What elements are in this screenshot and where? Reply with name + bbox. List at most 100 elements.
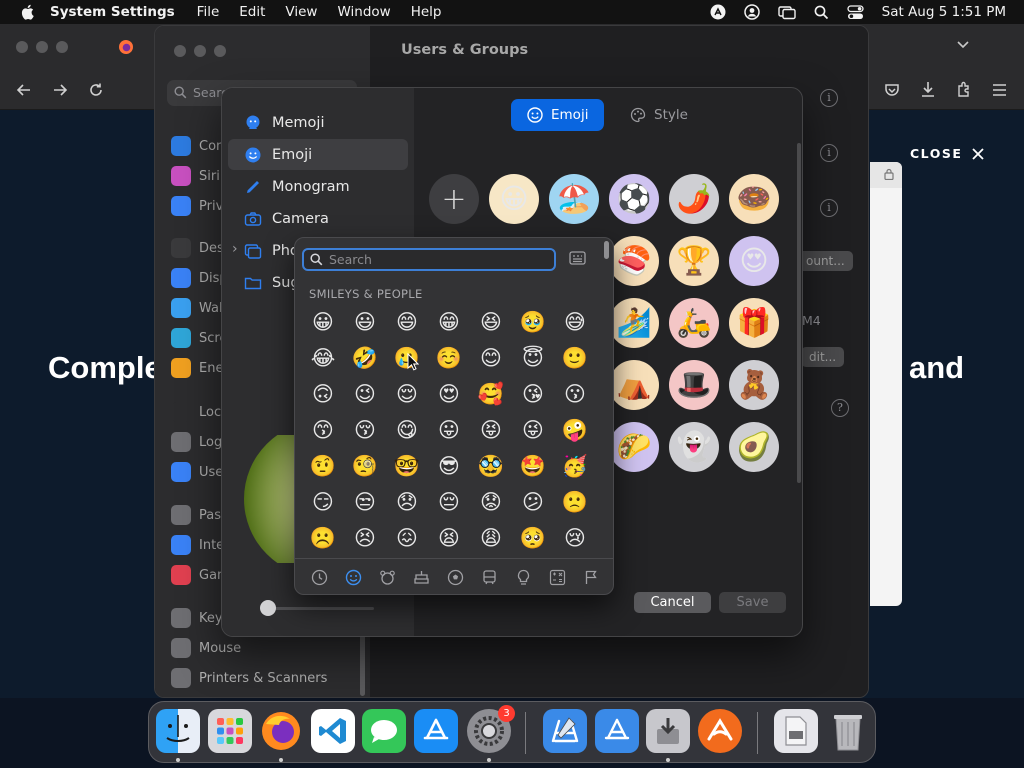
emoji-cell[interactable]: 😗	[554, 376, 596, 412]
launchpad-icon[interactable]	[208, 709, 252, 753]
emoji-search-field[interactable]	[302, 248, 556, 271]
emoji-cell[interactable]: 😀	[302, 304, 344, 340]
emoji-cell[interactable]: 🥸	[470, 448, 512, 484]
menu-app-name[interactable]: System Settings	[50, 4, 175, 20]
emoji-cell[interactable]: 😎	[428, 448, 470, 484]
menubar-clock[interactable]: Sat Aug 5 1:51 PM	[882, 4, 1006, 20]
downloads-stack-icon[interactable]	[774, 709, 818, 753]
close-window-icon[interactable]	[174, 45, 186, 57]
emoji-cell[interactable]: ☺️	[428, 340, 470, 376]
tab-style[interactable]: Style	[626, 99, 706, 131]
emoji-cell[interactable]: 😟	[470, 484, 512, 520]
spotlight-search-icon[interactable]	[814, 5, 829, 20]
forward-arrow-icon[interactable]	[52, 82, 68, 98]
picture-source-emoji[interactable]: Emoji	[228, 139, 408, 170]
emoji-cell[interactable]: 🤪	[554, 412, 596, 448]
emoji-cell[interactable]: 😆	[470, 304, 512, 340]
disclosure-chevron-icon[interactable]: ›	[232, 241, 238, 257]
emoji-cell[interactable]: 🙂	[554, 340, 596, 376]
stepper-value[interactable]: M4	[802, 313, 821, 328]
apple-icon[interactable]	[18, 4, 36, 20]
chevron-down-icon[interactable]	[956, 40, 970, 50]
emoji-avatar-option[interactable]: ⛺	[609, 360, 659, 410]
emoji-cell[interactable]: 😊	[470, 340, 512, 376]
reload-icon[interactable]	[88, 82, 104, 98]
emoji-cell[interactable]: 😢	[554, 520, 596, 556]
emoji-cell[interactable]: 😕	[512, 484, 554, 520]
character-viewer-icon[interactable]	[569, 251, 586, 265]
emoji-avatar-option[interactable]: 🌶️	[669, 174, 719, 224]
emoji-cell[interactable]: 🤣	[344, 340, 386, 376]
emoji-cell[interactable]: 🤩	[512, 448, 554, 484]
minimize-window-icon[interactable]	[194, 45, 206, 57]
add-account-button[interactable]: ount...	[798, 251, 853, 271]
emoji-cell[interactable]: 😚	[344, 412, 386, 448]
symbols-icon[interactable]	[545, 567, 570, 589]
emoji-avatar-option[interactable]: 🥑	[729, 422, 779, 472]
emoji-cell[interactable]: 😞	[386, 484, 428, 520]
emoji-avatar-option[interactable]: 🍣	[609, 236, 659, 286]
zoom-window-icon[interactable]	[56, 41, 68, 53]
emoji-cell[interactable]: 😅	[554, 304, 596, 340]
emoji-cell[interactable]: 😖	[386, 520, 428, 556]
hamburger-menu-icon[interactable]	[992, 83, 1007, 97]
menu-help[interactable]: Help	[411, 4, 442, 20]
zoom-slider-track[interactable]	[268, 607, 374, 610]
sidebar-item-lock[interactable]: Lock	[171, 400, 229, 424]
emoji-avatar-option[interactable]: 🛵	[669, 298, 719, 348]
help-icon[interactable]: ?	[831, 399, 849, 417]
emoji-cell[interactable]: 🥺	[512, 520, 554, 556]
download-icon[interactable]	[920, 81, 936, 98]
emoji-avatar-option[interactable]: 🎁	[729, 298, 779, 348]
sidebar-item-scre[interactable]: Scre	[171, 326, 227, 350]
finder-icon[interactable]	[156, 709, 200, 753]
swift-playgrounds-icon[interactable]	[698, 709, 742, 753]
emoji-cell[interactable]: 😛	[428, 412, 470, 448]
control-center-icon[interactable]	[846, 4, 864, 20]
xcode-icon[interactable]	[543, 709, 587, 753]
menu-edit[interactable]: Edit	[239, 4, 265, 20]
sidebar-item-logi[interactable]: Logi	[171, 430, 226, 454]
menu-view[interactable]: View	[285, 4, 317, 20]
sidebar-item-wall[interactable]: Wall	[171, 296, 226, 320]
activity-icon[interactable]	[443, 567, 468, 589]
info-icon[interactable]: i	[820, 89, 838, 107]
tab-emoji[interactable]: Emoji	[511, 99, 604, 131]
save-button[interactable]: Save	[719, 592, 786, 613]
emoji-cell[interactable]: 😂	[302, 340, 344, 376]
emoji-avatar-option[interactable]: 👻	[669, 422, 719, 472]
picture-source-camera[interactable]: Camera	[228, 203, 408, 234]
emoji-cell[interactable]: 🥰	[470, 376, 512, 412]
sidebar-item-con[interactable]: Con	[171, 134, 224, 158]
emoji-avatar-option[interactable]: 🍩	[729, 174, 779, 224]
emoji-cell[interactable]: 😒	[344, 484, 386, 520]
app-store-icon[interactable]	[414, 709, 458, 753]
back-arrow-icon[interactable]	[16, 82, 32, 98]
flags-icon[interactable]	[579, 567, 604, 589]
emoji-cell[interactable]: 😍	[428, 376, 470, 412]
minimize-window-icon[interactable]	[36, 41, 48, 53]
emoji-cell[interactable]: 😌	[386, 376, 428, 412]
emoji-cell[interactable]: 🥹	[512, 304, 554, 340]
travel-icon[interactable]	[477, 567, 502, 589]
emoji-avatar-option[interactable]: 🏆	[669, 236, 719, 286]
objects-icon[interactable]	[511, 567, 536, 589]
emoji-picker-scrollbar[interactable]	[604, 241, 609, 259]
close-link[interactable]: CLOSE	[910, 146, 985, 161]
recent-icon[interactable]	[307, 567, 332, 589]
sidebar-item-disp[interactable]: Disp	[171, 266, 228, 290]
trash-icon[interactable]	[826, 709, 870, 753]
zoom-window-icon[interactable]	[214, 45, 226, 57]
messages-icon[interactable]	[362, 709, 406, 753]
emoji-cell[interactable]: 😣	[344, 520, 386, 556]
edit-button[interactable]: dit...	[801, 347, 845, 367]
smileys-icon[interactable]	[341, 567, 366, 589]
menu-file[interactable]: File	[197, 4, 220, 20]
emoji-avatar-option[interactable]: 🎩	[669, 360, 719, 410]
emoji-cell[interactable]: 😩	[470, 520, 512, 556]
close-window-icon[interactable]	[16, 41, 28, 53]
screen-mirroring-icon[interactable]	[777, 4, 796, 20]
system-settings-icon[interactable]: 3	[467, 705, 515, 753]
vscode-icon[interactable]	[311, 709, 355, 753]
zoom-slider-knob[interactable]	[260, 600, 276, 616]
